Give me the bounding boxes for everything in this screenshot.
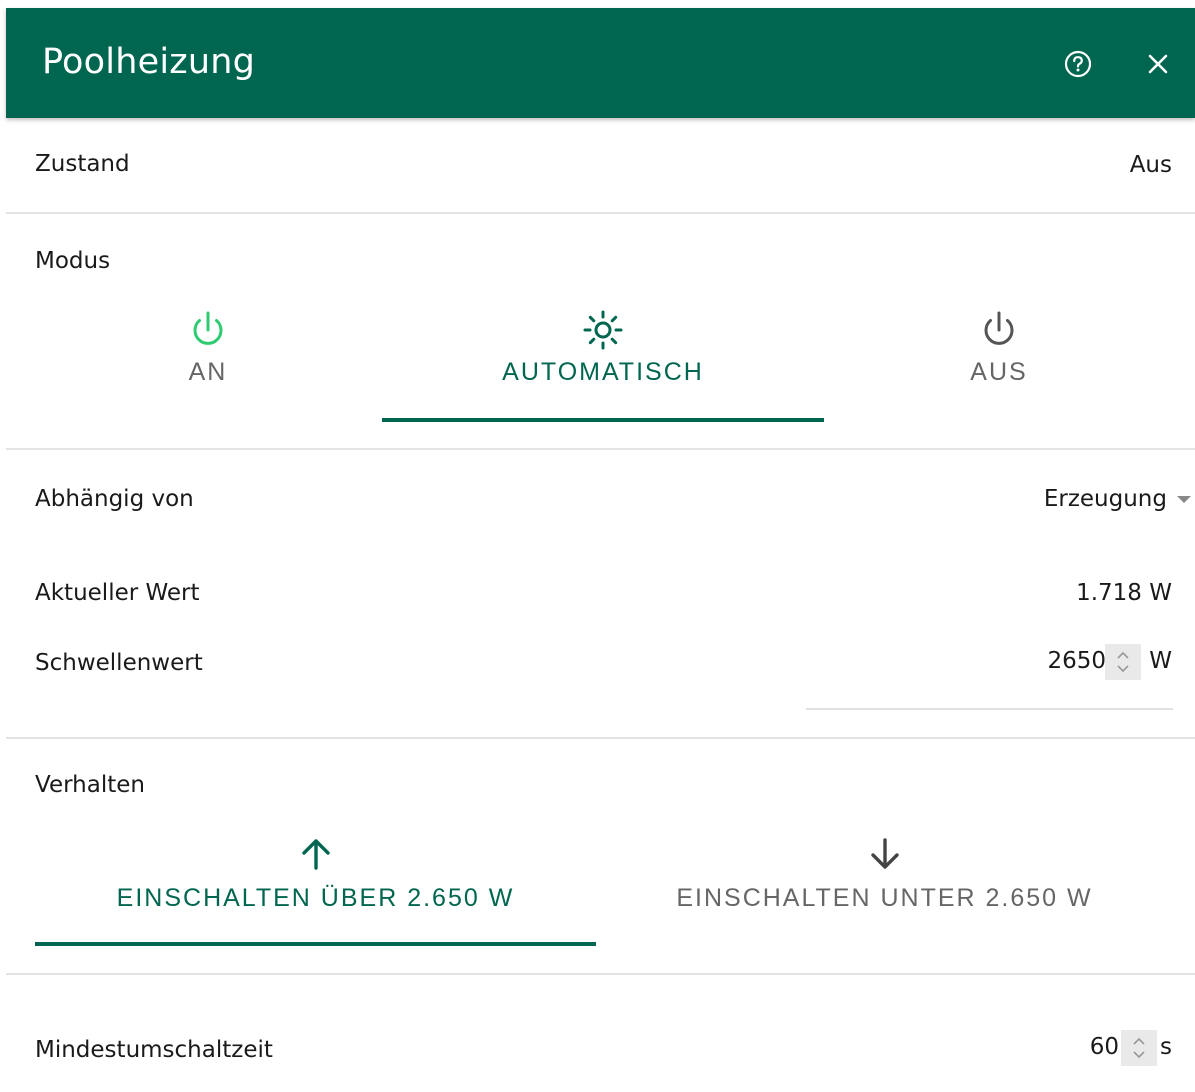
mode-tab-label: AN	[188, 358, 228, 386]
threshold-label: Schwellenwert	[35, 650, 203, 676]
current-value-label: Aktueller Wert	[35, 580, 200, 606]
arrow-down-icon	[870, 838, 899, 869]
threshold-unit: W	[1149, 648, 1172, 674]
mode-tab-label: AUTOMATISCH	[502, 358, 704, 386]
min-switch-time-input[interactable]: 60	[1090, 1034, 1119, 1060]
behavior-tab-label: EINSCHALTEN ÜBER 2.650 W	[116, 884, 515, 912]
threshold-input-underline	[806, 708, 1173, 710]
arrow-up-icon	[301, 839, 330, 870]
close-button[interactable]	[1138, 44, 1178, 84]
divider	[6, 973, 1195, 975]
help-button[interactable]	[1058, 44, 1098, 84]
min-switch-time-unit: s	[1160, 1034, 1172, 1060]
mode-label: Modus	[35, 248, 111, 274]
min-switch-time-stepper[interactable]	[1121, 1030, 1157, 1066]
threshold-stepper[interactable]	[1105, 644, 1141, 680]
status-label: Zustand	[35, 151, 130, 177]
mode-tab-automatic[interactable]: AUTOMATISCH	[453, 308, 753, 387]
divider	[6, 737, 1195, 739]
power-icon	[193, 311, 223, 345]
dialog-title: Poolheizung	[42, 42, 256, 82]
dependency-select-value: Erzeugung	[1043, 486, 1167, 512]
behavior-active-indicator	[35, 942, 596, 946]
behavior-tab-label: EINSCHALTEN UNTER 2.650 W	[676, 884, 1093, 912]
divider	[6, 448, 1195, 450]
current-value: 1.718 W	[1076, 580, 1172, 606]
mode-active-indicator	[382, 418, 824, 422]
dialog-header: Poolheizung	[6, 8, 1195, 118]
dependency-label: Abhängig von	[35, 486, 194, 512]
dependency-select[interactable]: Erzeugung	[1044, 486, 1195, 512]
min-switch-time-label: Mindestumschaltzeit	[35, 1037, 273, 1063]
close-icon	[1148, 54, 1168, 74]
threshold-input[interactable]: 2650	[1047, 648, 1106, 674]
status-value: Aus	[1129, 152, 1172, 178]
mode-tab-off[interactable]: AUS	[899, 308, 1099, 387]
behavior-tab-below[interactable]: EINSCHALTEN UNTER 2.650 W	[604, 834, 1165, 913]
dropdown-arrow-icon	[1177, 496, 1191, 503]
divider	[6, 212, 1195, 214]
sun-icon	[583, 310, 623, 350]
power-icon	[984, 311, 1014, 345]
behavior-tab-above[interactable]: EINSCHALTEN ÜBER 2.650 W	[35, 834, 596, 913]
behavior-label: Verhalten	[35, 772, 145, 798]
poolheizung-dialog: Poolheizung Zustand Aus Modus AN AUTOMAT…	[6, 8, 1195, 1092]
mode-tab-on[interactable]: AN	[108, 308, 308, 387]
stepper-arrows-icon	[1133, 1037, 1145, 1059]
mode-tab-label: AUS	[970, 358, 1028, 386]
stepper-arrows-icon	[1117, 651, 1129, 673]
help-circle-icon	[1064, 50, 1092, 78]
